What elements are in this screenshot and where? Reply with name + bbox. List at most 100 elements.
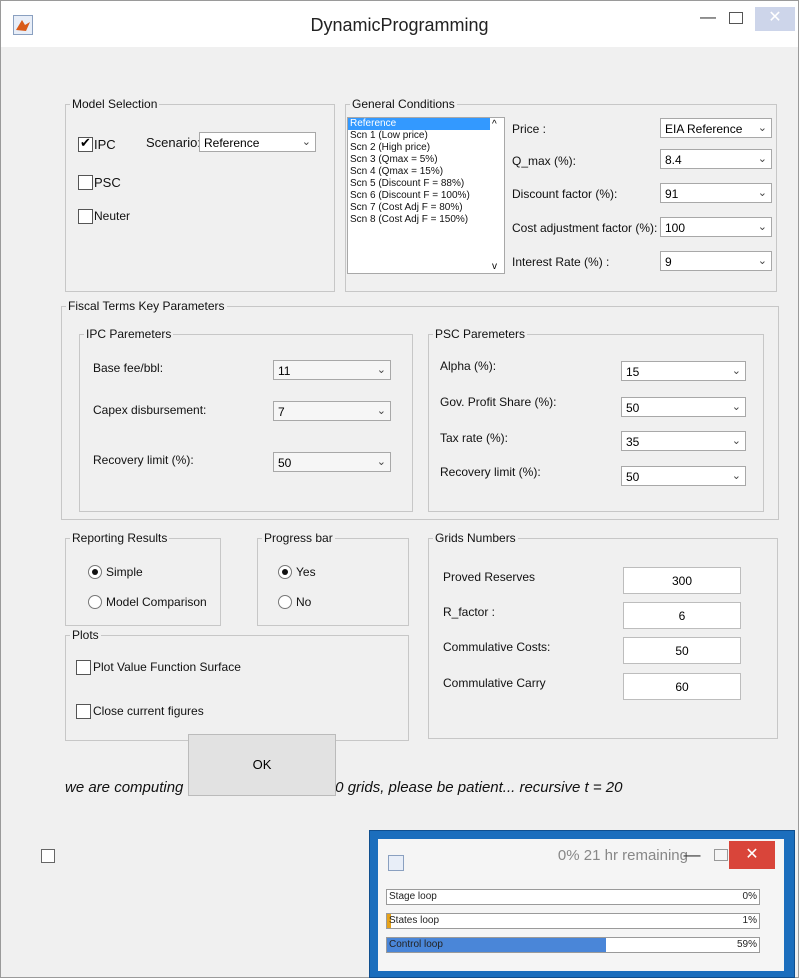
qmax-select[interactable]: 8.4 ⌄ [660,149,772,169]
progress-close-button[interactable]: ✕ [729,841,775,869]
psc-recovery-select[interactable]: 50 ⌄ [621,466,746,486]
proved-reserves-input[interactable]: 300 [623,567,741,594]
ipc-label: IPC [94,137,116,152]
price-select[interactable]: EIA Reference ⌄ [660,118,772,138]
chevron-down-icon[interactable]: v [492,261,497,272]
chevron-down-icon: ⌄ [376,405,386,417]
scenario-listbox[interactable]: Reference Scn 1 (Low price) Scn 2 (High pr… [347,117,505,274]
close-figures-label: Close current figures [93,704,204,718]
window-title: DynamicProgramming [310,15,489,35]
chevron-down-icon: ⌄ [731,365,741,377]
alpha-label: Alpha (%): [440,359,497,373]
progress-minimize-button[interactable]: — [681,845,703,865]
model-selection-label: Model Selection [70,97,160,111]
ipc-checkbox[interactable] [78,135,93,152]
tax-rate-select[interactable]: 35 ⌄ [621,431,746,451]
psc-checkbox[interactable] [78,175,93,190]
scenario-list-item[interactable]: Scn 2 (High price) [348,142,504,154]
ipc-recovery-label: Recovery limit (%): [93,453,194,467]
plots-label: Plots [70,628,101,642]
neuter-label: Neuter [94,209,131,223]
scenario-list-item[interactable]: Scn 4 (Qmax = 15%) [348,166,504,178]
reporting-results-label: Reporting Results [70,531,170,545]
interest-label: Interest Rate (%) : [512,255,610,269]
interest-select[interactable]: 9 ⌄ [660,251,772,271]
psc-label: PSC [94,175,121,190]
ok-button[interactable]: OK [188,734,336,796]
price-value: EIA Reference [665,122,743,136]
commulative-costs-label: Commulative Costs: [443,640,551,654]
discount-select[interactable]: 91 ⌄ [660,183,772,203]
ipc-recovery-select[interactable]: 50 ⌄ [273,452,391,472]
ipc-parameters-panel: IPC Paremeters Base fee/bbl: 11 ⌄ Capex … [79,327,413,512]
simple-radio[interactable] [88,565,102,579]
neuter-checkbox[interactable] [78,209,93,224]
control-loop-label: Control loop [389,939,443,950]
chevron-down-icon: ⌄ [731,470,741,482]
scenario-list-item[interactable]: Scn 8 (Cost Adj F = 150%) [348,214,504,226]
gov-share-label: Gov. Profit Share (%): [440,395,557,409]
chevron-down-icon: ⌄ [757,221,767,233]
listbox-scrollbar[interactable]: ^ v [490,118,504,273]
scenario-list-item[interactable]: Scn 6 (Discount F = 100%) [348,190,504,202]
commulative-costs-input[interactable]: 50 [623,637,741,664]
chevron-up-icon[interactable]: ^ [492,119,497,130]
ipc-parameters-label: IPC Paremeters [84,327,174,341]
qmax-label: Q_max (%): [512,154,577,168]
r-factor-label: R_factor : [443,605,496,619]
progress-window-body: 0% 21 hr remaining — ✕ Stage loop 0% Sta… [378,839,784,971]
base-fee-select[interactable]: 11 ⌄ [273,360,391,380]
chevron-down-icon: ⌄ [757,187,767,199]
base-fee-label: Base fee/bbl: [93,361,164,375]
tax-rate-label: Tax rate (%): [440,431,509,445]
grids-numbers-label: Grids Numbers [433,531,518,545]
states-loop-percent: 1% [742,915,757,926]
bottom-checkbox[interactable] [41,849,55,863]
interest-value: 9 [665,255,672,269]
progress-bar-label: Progress bar [262,531,335,545]
matlab-app-icon [388,855,404,871]
model-comparison-radio[interactable] [88,595,102,609]
alpha-select[interactable]: 15 ⌄ [621,361,746,381]
reporting-results-panel: Reporting Results Simple Model Compariso… [65,531,221,626]
scenario-list-item[interactable]: Scn 5 (Discount F = 88%) [348,178,504,190]
grids-numbers-panel: Grids Numbers Proved Reserves 300 R_fact… [428,531,778,739]
close-button[interactable]: ✕ [755,7,795,31]
no-radio[interactable] [278,595,292,609]
yes-radio[interactable] [278,565,292,579]
scenario-list-item[interactable]: Reference [348,118,504,130]
minimize-button[interactable]: — [695,7,721,31]
stage-loop-bar: Stage loop 0% [386,889,760,905]
alpha-value: 15 [626,365,640,379]
fiscal-terms-label: Fiscal Terms Key Parameters [66,299,227,313]
states-loop-bar: States loop 1% [386,913,760,929]
price-label: Price : [512,122,547,136]
capex-select[interactable]: 7 ⌄ [273,401,391,421]
cost-adj-select[interactable]: 100 ⌄ [660,217,772,237]
chevron-down-icon: ⌄ [376,364,386,376]
scenario-select[interactable]: Reference ⌄ [199,132,316,152]
plot-surface-checkbox[interactable] [76,660,91,675]
model-selection-panel: Model Selection IPC Scenario: Reference … [65,97,335,292]
chevron-down-icon: ⌄ [376,456,386,468]
chevron-down-icon: ⌄ [757,255,767,267]
general-conditions-label: General Conditions [350,97,457,111]
chevron-down-icon: ⌄ [731,435,741,447]
commulative-carry-input[interactable]: 60 [623,673,741,700]
psc-parameters-label: PSC Paremeters [433,327,528,341]
r-factor-input[interactable]: 6 [623,602,741,629]
psc-recovery-label: Recovery limit (%): [440,465,541,479]
gov-share-select[interactable]: 50 ⌄ [621,397,746,417]
progress-window: 0% 21 hr remaining — ✕ Stage loop 0% Sta… [369,830,795,978]
scenario-list-item[interactable]: Scn 7 (Cost Adj F = 80%) [348,202,504,214]
scenario-list-item[interactable]: Scn 3 (Qmax = 5%) [348,154,504,166]
close-figures-checkbox[interactable] [76,704,91,719]
scenario-list-item[interactable]: Scn 1 (Low price) [348,130,504,142]
cost-adj-label: Cost adjustment factor (%): [512,221,658,235]
progress-maximize-button[interactable] [714,849,728,861]
ipc-recovery-value: 50 [278,456,292,470]
scenario-label: Scenario: [146,135,201,150]
maximize-button[interactable] [725,7,747,31]
simple-radio-label: Simple [106,565,143,579]
status-message: we are computing v and q* for 108000000 … [65,779,623,796]
